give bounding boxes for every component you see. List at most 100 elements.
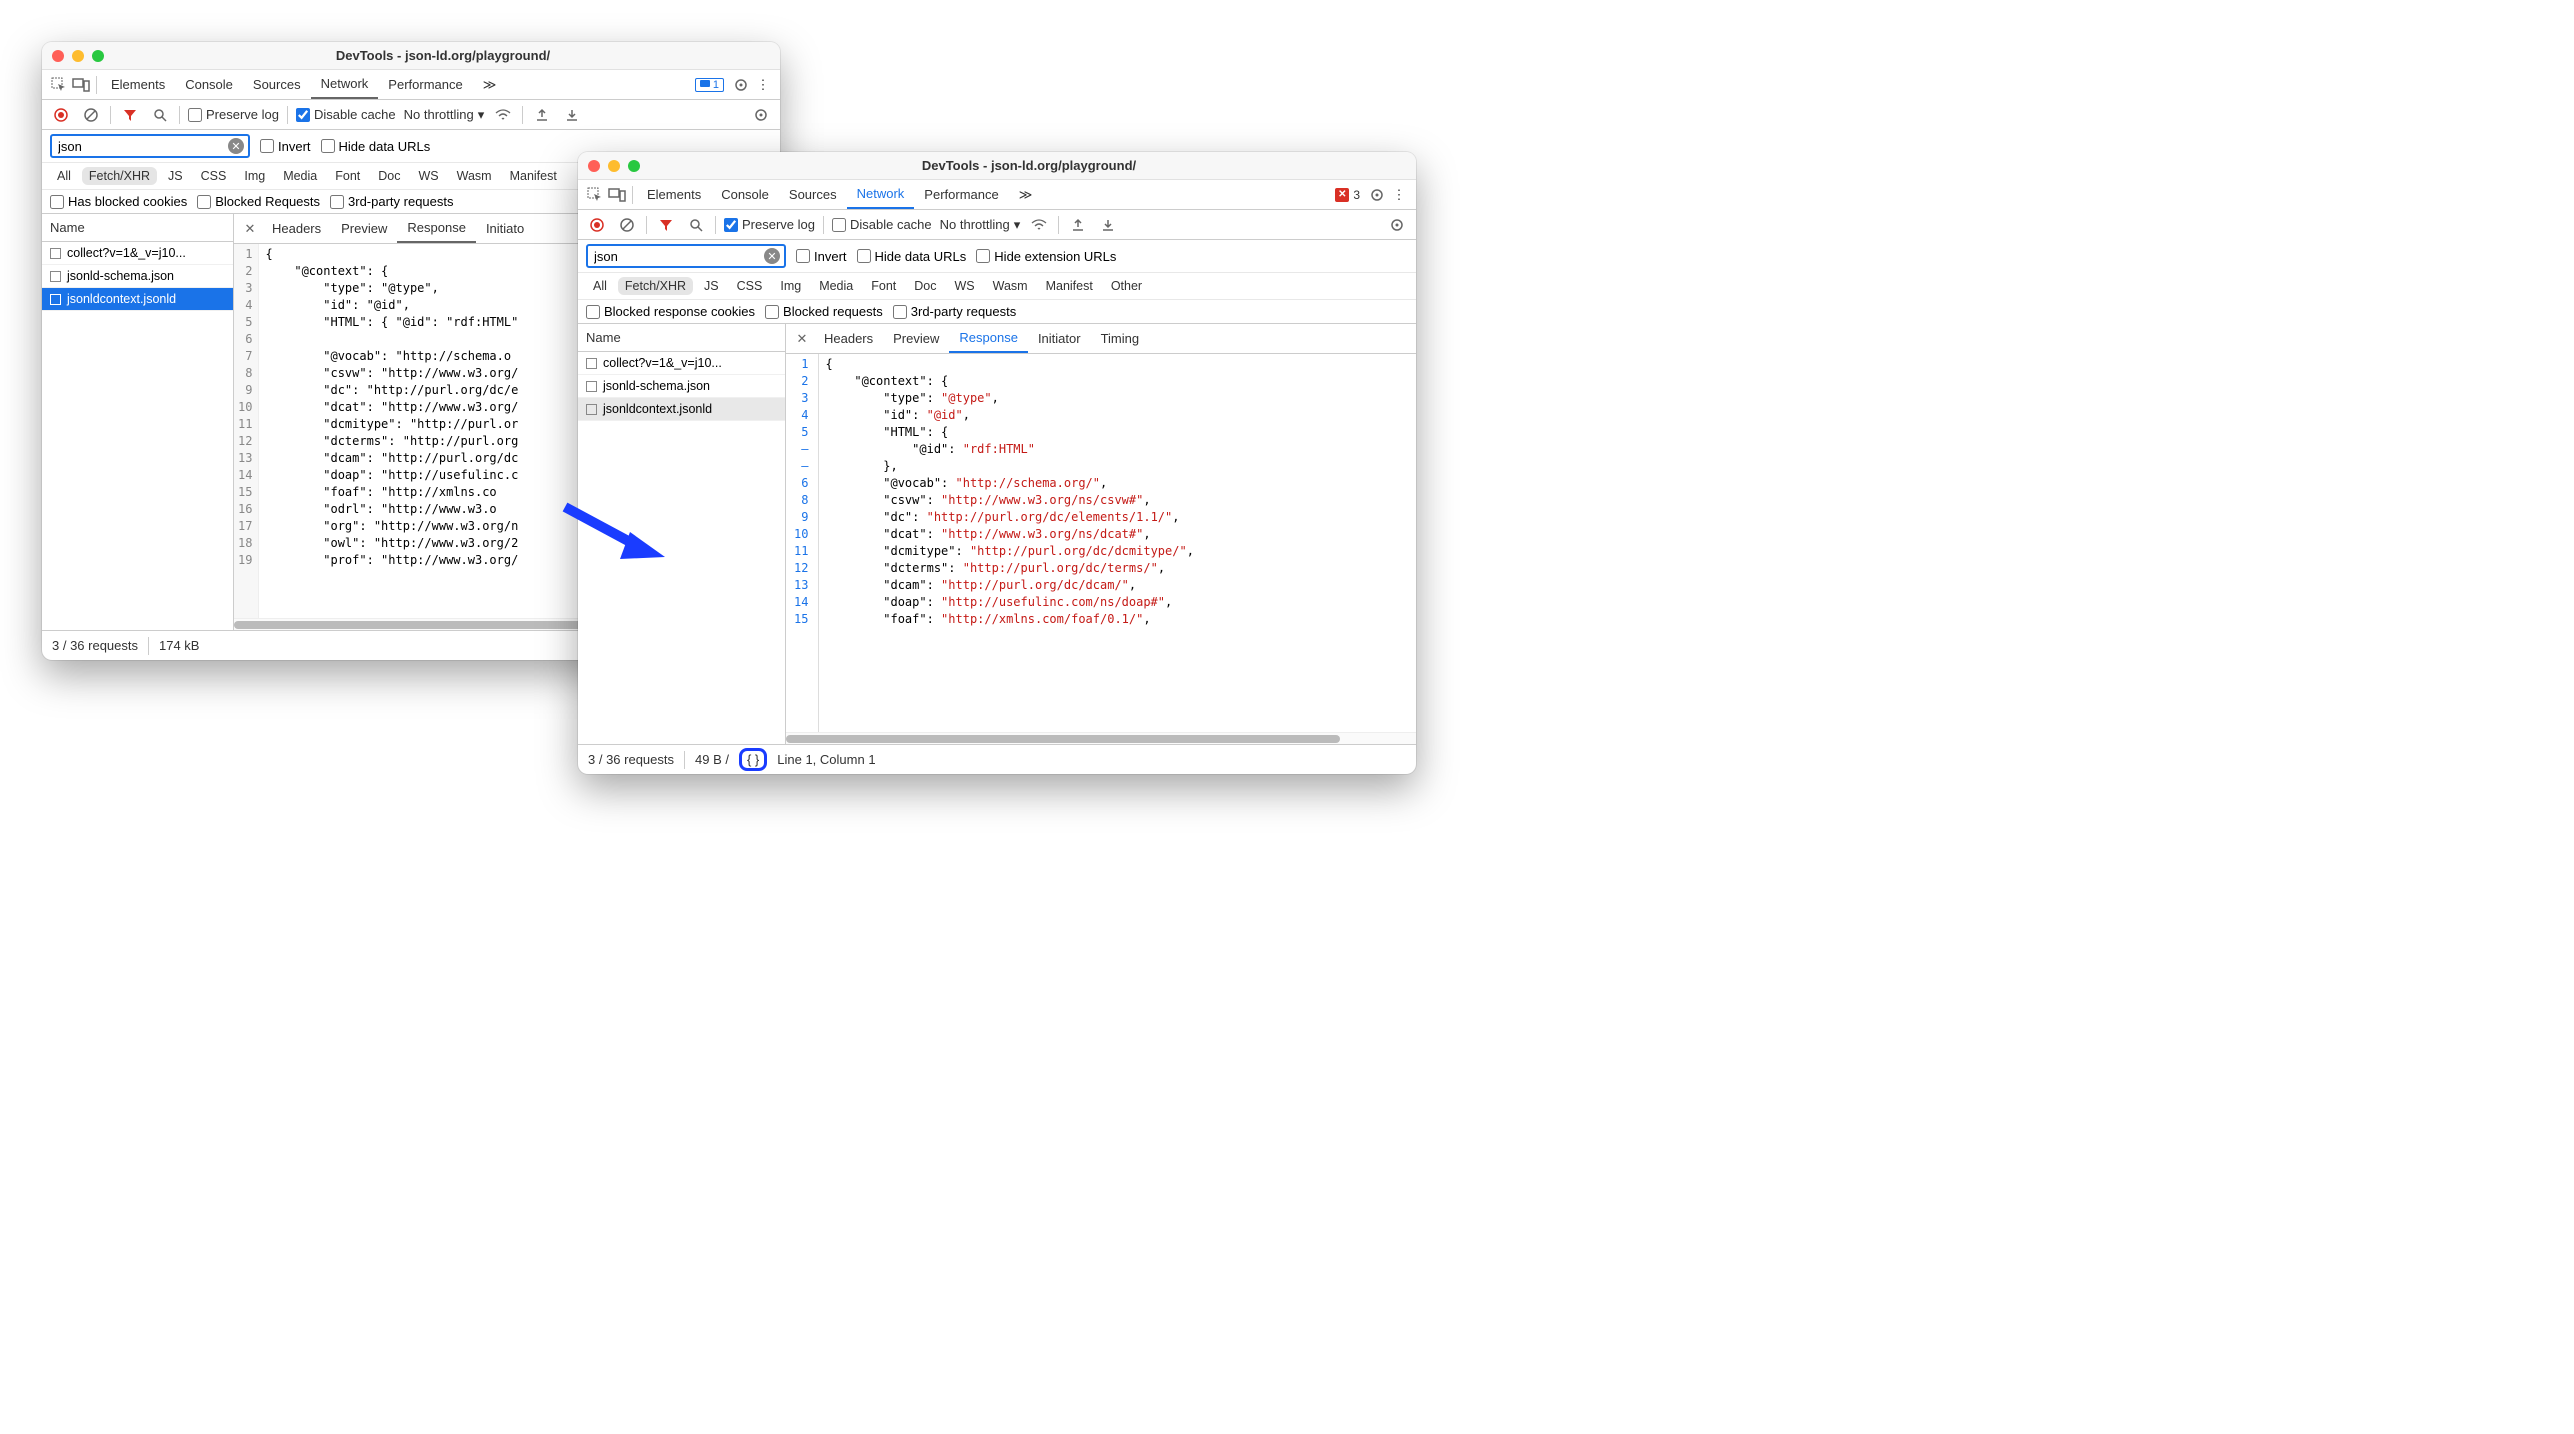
request-item[interactable]: jsonld-schema.json: [578, 375, 785, 398]
type-pill-font[interactable]: Font: [328, 167, 367, 185]
kebab-icon[interactable]: ⋮: [752, 74, 774, 96]
horizontal-scrollbar[interactable]: [786, 732, 1416, 744]
throttling-select[interactable]: No throttling ▾: [404, 107, 485, 123]
wifi-icon[interactable]: [1028, 214, 1050, 236]
search-icon[interactable]: [149, 104, 171, 126]
request-item[interactable]: jsonld-schema.json: [42, 265, 233, 288]
tab-performance[interactable]: Performance: [378, 70, 472, 99]
messages-badge[interactable]: 1: [695, 78, 724, 92]
blocked-cookies-checkbox[interactable]: Blocked response cookies: [586, 304, 755, 319]
wifi-icon[interactable]: [492, 104, 514, 126]
type-pill-manifest[interactable]: Manifest: [503, 167, 564, 185]
gear-icon[interactable]: [1386, 214, 1408, 236]
upload-icon[interactable]: [1067, 214, 1089, 236]
type-pill-ws[interactable]: WS: [411, 167, 445, 185]
request-item[interactable]: collect?v=1&_v=j10...: [42, 242, 233, 265]
inspect-icon[interactable]: [48, 74, 70, 96]
detail-tab-initiator[interactable]: Initiator: [1028, 324, 1091, 353]
clear-icon[interactable]: [80, 104, 102, 126]
detail-tab-headers[interactable]: Headers: [814, 324, 883, 353]
type-pill-media[interactable]: Media: [276, 167, 324, 185]
tab-sources[interactable]: Sources: [779, 180, 847, 209]
upload-icon[interactable]: [531, 104, 553, 126]
minimize-window-icon[interactable]: [72, 50, 84, 62]
gear-icon[interactable]: [750, 104, 772, 126]
type-pill-ws[interactable]: WS: [947, 277, 981, 295]
blocked-cookies-checkbox[interactable]: Has blocked cookies: [50, 194, 187, 209]
gear-icon[interactable]: [730, 74, 752, 96]
tab-console[interactable]: Console: [175, 70, 243, 99]
type-pill-css[interactable]: CSS: [194, 167, 234, 185]
disable-cache-checkbox[interactable]: Disable cache: [832, 217, 932, 232]
type-pill-all[interactable]: All: [50, 167, 78, 185]
close-icon[interactable]: ✕: [790, 331, 814, 347]
tab-network[interactable]: Network: [311, 70, 379, 99]
device-icon[interactable]: [606, 184, 628, 206]
detail-tab-preview[interactable]: Preview: [331, 214, 397, 243]
invert-checkbox[interactable]: Invert: [260, 139, 311, 154]
clear-icon[interactable]: [616, 214, 638, 236]
request-item[interactable]: jsonldcontext.jsonld: [42, 288, 233, 311]
detail-tab-headers[interactable]: Headers: [262, 214, 331, 243]
detail-tab-preview[interactable]: Preview: [883, 324, 949, 353]
filter-input[interactable]: ✕: [586, 244, 786, 268]
device-icon[interactable]: [70, 74, 92, 96]
record-icon[interactable]: [50, 104, 72, 126]
pretty-print-button[interactable]: { }: [739, 748, 767, 771]
third-party-checkbox[interactable]: 3rd-party requests: [893, 304, 1017, 319]
type-pill-img[interactable]: Img: [773, 277, 808, 295]
type-pill-fetchxhr[interactable]: Fetch/XHR: [82, 167, 157, 185]
tab-network[interactable]: Network: [847, 180, 915, 209]
request-item[interactable]: collect?v=1&_v=j10...: [578, 352, 785, 375]
hide-data-urls-checkbox[interactable]: Hide data URLs: [321, 139, 431, 154]
hide-data-urls-checkbox[interactable]: Hide data URLs: [857, 249, 967, 264]
maximize-window-icon[interactable]: [628, 160, 640, 172]
type-pill-wasm[interactable]: Wasm: [986, 277, 1035, 295]
filter-icon[interactable]: [655, 214, 677, 236]
tab-performance[interactable]: Performance: [914, 180, 1008, 209]
close-window-icon[interactable]: [52, 50, 64, 62]
invert-checkbox[interactable]: Invert: [796, 249, 847, 264]
third-party-checkbox[interactable]: 3rd-party requests: [330, 194, 454, 209]
detail-tab-response[interactable]: Response: [949, 324, 1028, 353]
request-item[interactable]: jsonldcontext.jsonld: [578, 398, 785, 421]
name-column-header[interactable]: Name: [578, 324, 785, 352]
detail-tab-initiator[interactable]: Initiato: [476, 214, 534, 243]
preserve-log-checkbox[interactable]: Preserve log: [188, 107, 279, 122]
record-icon[interactable]: [586, 214, 608, 236]
tab-elements[interactable]: Elements: [637, 180, 711, 209]
type-pill-all[interactable]: All: [586, 277, 614, 295]
type-pill-doc[interactable]: Doc: [907, 277, 943, 295]
blocked-requests-checkbox[interactable]: Blocked requests: [765, 304, 883, 319]
gear-icon[interactable]: [1366, 184, 1388, 206]
type-pill-other[interactable]: Other: [1104, 277, 1149, 295]
disable-cache-checkbox[interactable]: Disable cache: [296, 107, 396, 122]
tab-elements[interactable]: Elements: [101, 70, 175, 99]
detail-tab-timing[interactable]: Timing: [1091, 324, 1150, 353]
tab-more[interactable]: ≫: [473, 70, 507, 99]
close-icon[interactable]: ✕: [238, 221, 262, 237]
detail-tab-response[interactable]: Response: [397, 214, 476, 243]
type-pill-js[interactable]: JS: [697, 277, 726, 295]
errors-badge[interactable]: ✕3: [1335, 188, 1360, 202]
name-column-header[interactable]: Name: [42, 214, 233, 242]
kebab-icon[interactable]: ⋮: [1388, 184, 1410, 206]
response-code-view[interactable]: 12345––689101112131415 { "@context": { "…: [786, 354, 1416, 732]
tab-sources[interactable]: Sources: [243, 70, 311, 99]
clear-filter-icon[interactable]: ✕: [228, 138, 244, 154]
tab-more[interactable]: ≫: [1009, 180, 1043, 209]
type-pill-manifest[interactable]: Manifest: [1039, 277, 1100, 295]
clear-filter-icon[interactable]: ✕: [764, 248, 780, 264]
filter-icon[interactable]: [119, 104, 141, 126]
maximize-window-icon[interactable]: [92, 50, 104, 62]
tab-console[interactable]: Console: [711, 180, 779, 209]
type-pill-img[interactable]: Img: [237, 167, 272, 185]
close-window-icon[interactable]: [588, 160, 600, 172]
type-pill-font[interactable]: Font: [864, 277, 903, 295]
minimize-window-icon[interactable]: [608, 160, 620, 172]
type-pill-media[interactable]: Media: [812, 277, 860, 295]
download-icon[interactable]: [561, 104, 583, 126]
type-pill-wasm[interactable]: Wasm: [450, 167, 499, 185]
type-pill-css[interactable]: CSS: [730, 277, 770, 295]
search-icon[interactable]: [685, 214, 707, 236]
